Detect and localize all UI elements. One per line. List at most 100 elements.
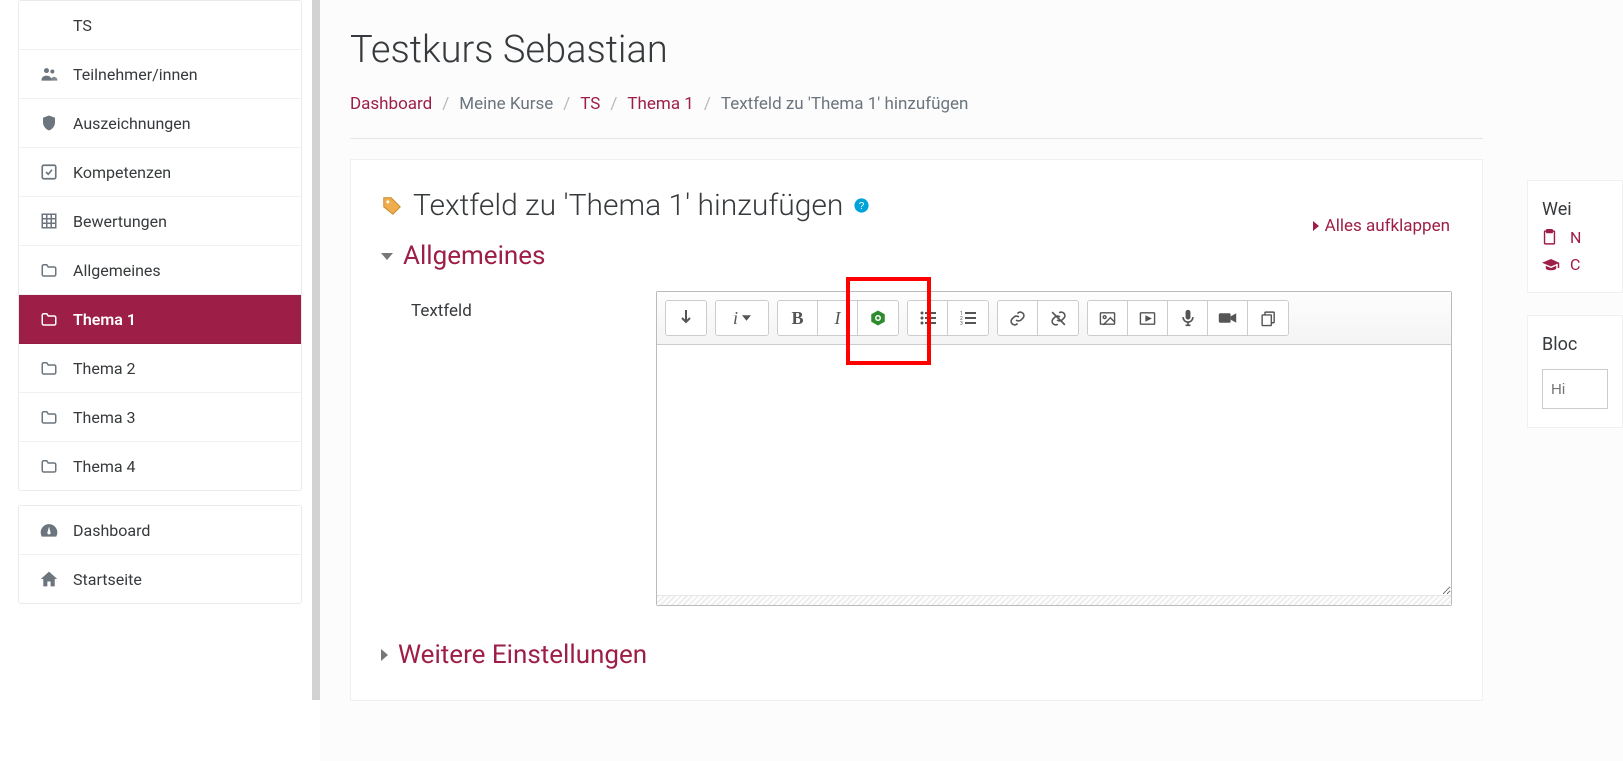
sidebar-item-home[interactable]: Startseite bbox=[19, 555, 301, 603]
right-link-grad[interactable]: C bbox=[1542, 255, 1608, 274]
bold-icon: B bbox=[791, 308, 803, 329]
toolbar-italic-button[interactable]: I bbox=[818, 301, 858, 335]
toolbar-panopto-button[interactable] bbox=[858, 301, 898, 335]
right-block-title: Bloc bbox=[1542, 334, 1608, 355]
fieldset-general[interactable]: Allgemeines bbox=[381, 241, 1452, 271]
breadcrumb-ts[interactable]: TS bbox=[580, 94, 600, 114]
help-icon[interactable]: ? bbox=[853, 197, 870, 214]
sidebar: TS Teilnehmer/innen Auszeichnungen bbox=[0, 0, 320, 761]
sidebar-item-dashboard[interactable]: Dashboard bbox=[19, 506, 301, 555]
sidebar-item-label: TS bbox=[73, 16, 281, 35]
sidebar-item-label: Thema 1 bbox=[73, 310, 281, 329]
editor-textarea[interactable] bbox=[657, 345, 1451, 595]
sidebar-item-thema-1[interactable]: Thema 1 bbox=[19, 295, 301, 344]
breadcrumb-thema-1[interactable]: Thema 1 bbox=[627, 94, 693, 114]
folder-icon bbox=[39, 456, 59, 476]
right-link-label: N bbox=[1570, 228, 1581, 247]
right-column: Wei N C Bloc bbox=[1513, 0, 1623, 761]
right-block-title: Wei bbox=[1542, 199, 1608, 220]
section-heading: Textfeld zu 'Thema 1' hinzufügen ? bbox=[381, 188, 1452, 223]
right-link-label: C bbox=[1570, 255, 1580, 274]
toolbar-image-button[interactable] bbox=[1088, 301, 1128, 335]
course-nav-block: TS Teilnehmer/innen Auszeichnungen bbox=[18, 0, 302, 491]
expand-all-link[interactable]: Alles aufklappen bbox=[1313, 216, 1450, 236]
fieldset-label: Allgemeines bbox=[403, 241, 545, 271]
chevron-down-icon bbox=[742, 315, 751, 321]
sidebar-item-grades[interactable]: Bewertungen bbox=[19, 197, 301, 246]
sidebar-item-label: Thema 2 bbox=[73, 359, 281, 378]
sidebar-item-label: Startseite bbox=[73, 570, 281, 589]
sidebar-item-ts[interactable]: TS bbox=[19, 1, 301, 50]
form-panel: Textfeld zu 'Thema 1' hinzufügen ? Alles… bbox=[350, 159, 1483, 701]
italic-i-icon: i bbox=[733, 308, 738, 329]
editor-toolbar: i B I bbox=[657, 292, 1451, 345]
right-block-links: Wei N C bbox=[1527, 180, 1623, 293]
svg-text:3: 3 bbox=[960, 321, 963, 325]
section-heading-text: Textfeld zu 'Thema 1' hinzufügen bbox=[413, 188, 843, 223]
sidebar-item-participants[interactable]: Teilnehmer/innen bbox=[19, 50, 301, 99]
toolbar-numbered-list-button[interactable]: 123 bbox=[948, 301, 988, 335]
page-title: Testkurs Sebastian bbox=[350, 28, 1483, 72]
folder-icon bbox=[39, 260, 59, 280]
sidebar-item-general[interactable]: Allgemeines bbox=[19, 246, 301, 295]
breadcrumb: Dashboard / Meine Kurse / TS / Thema 1 /… bbox=[350, 94, 1483, 139]
right-link-notes[interactable]: N bbox=[1542, 228, 1608, 247]
rich-text-editor: i B I bbox=[656, 291, 1452, 606]
breadcrumb-separator: / bbox=[563, 94, 570, 114]
graduation-cap-icon bbox=[1542, 258, 1560, 272]
toolbar-bold-button[interactable]: B bbox=[778, 301, 818, 335]
sidebar-item-label: Kompetenzen bbox=[73, 163, 281, 182]
toolbar-media-button[interactable] bbox=[1128, 301, 1168, 335]
toolbar-paragraph-style-button[interactable]: i bbox=[716, 301, 768, 335]
expand-all-label: Alles aufklappen bbox=[1325, 216, 1450, 236]
caret-right-icon bbox=[1313, 221, 1319, 231]
breadcrumb-my-courses: Meine Kurse bbox=[459, 94, 553, 114]
panopto-icon bbox=[869, 309, 887, 327]
right-block-add: Bloc bbox=[1527, 315, 1623, 428]
toolbar-expand-button[interactable] bbox=[666, 301, 706, 335]
sidebar-item-thema-4[interactable]: Thema 4 bbox=[19, 442, 301, 490]
breadcrumb-separator: / bbox=[442, 94, 449, 114]
toolbar-microphone-button[interactable] bbox=[1168, 301, 1208, 335]
sidebar-item-label: Auszeichnungen bbox=[73, 114, 281, 133]
breadcrumb-current: Textfeld zu 'Thema 1' hinzufügen bbox=[721, 94, 969, 114]
fieldset-label: Weitere Einstellungen bbox=[398, 640, 647, 670]
text-icon bbox=[39, 15, 59, 35]
sidebar-item-label: Allgemeines bbox=[73, 261, 281, 280]
gauge-icon bbox=[39, 520, 59, 540]
sidebar-item-thema-2[interactable]: Thema 2 bbox=[19, 344, 301, 393]
home-icon bbox=[39, 569, 59, 589]
breadcrumb-dashboard[interactable]: Dashboard bbox=[350, 94, 432, 114]
toolbar-link-button[interactable] bbox=[998, 301, 1038, 335]
sidebar-item-thema-3[interactable]: Thema 3 bbox=[19, 393, 301, 442]
svg-text:?: ? bbox=[859, 201, 865, 212]
caret-right-icon bbox=[381, 649, 388, 661]
shield-icon bbox=[39, 113, 59, 133]
sidebar-item-label: Dashboard bbox=[73, 521, 281, 540]
editor-resize-handle[interactable] bbox=[657, 595, 1451, 605]
field-row-textfeld: Textfeld i bbox=[381, 291, 1452, 606]
right-block-input[interactable] bbox=[1542, 369, 1608, 409]
breadcrumb-separator: / bbox=[704, 94, 711, 114]
users-icon bbox=[39, 64, 59, 84]
sidebar-item-label: Teilnehmer/innen bbox=[73, 65, 281, 84]
sidebar-item-label: Bewertungen bbox=[73, 212, 281, 231]
toolbar-unlink-button[interactable] bbox=[1038, 301, 1078, 335]
fieldset-more-settings[interactable]: Weitere Einstellungen bbox=[381, 640, 1452, 670]
grid-icon bbox=[39, 211, 59, 231]
breadcrumb-separator: / bbox=[610, 94, 617, 114]
toolbar-video-button[interactable] bbox=[1208, 301, 1248, 335]
field-label: Textfeld bbox=[381, 291, 656, 606]
folder-icon bbox=[39, 309, 59, 329]
sidebar-item-badges[interactable]: Auszeichnungen bbox=[19, 99, 301, 148]
check-square-icon bbox=[39, 162, 59, 182]
toolbar-bullet-list-button[interactable] bbox=[908, 301, 948, 335]
sidebar-item-label: Thema 4 bbox=[73, 457, 281, 476]
tag-icon bbox=[381, 195, 403, 217]
folder-icon bbox=[39, 407, 59, 427]
folder-icon bbox=[39, 358, 59, 378]
sidebar-item-competencies[interactable]: Kompetenzen bbox=[19, 148, 301, 197]
site-nav-block: Dashboard Startseite bbox=[18, 505, 302, 604]
toolbar-files-button[interactable] bbox=[1248, 301, 1288, 335]
main-content: Testkurs Sebastian Dashboard / Meine Kur… bbox=[320, 0, 1513, 761]
